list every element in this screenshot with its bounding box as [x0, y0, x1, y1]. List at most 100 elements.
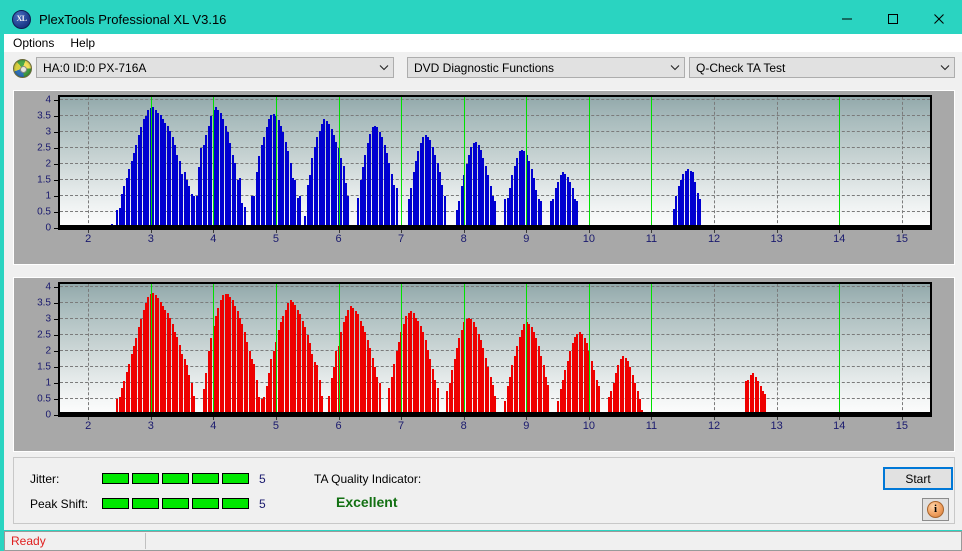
chart-bar: [598, 386, 601, 415]
title-bar: XL PlexTools Professional XL V3.16: [4, 4, 962, 34]
chart-marker: [463, 284, 465, 415]
x-axis-label: 4: [210, 420, 217, 432]
y-axis-label: 4: [45, 94, 51, 106]
chart-bar: [699, 199, 702, 228]
y-axis-label: 3.5: [37, 297, 51, 309]
x-axis-tick: [526, 230, 528, 233]
chart-marker: [275, 284, 277, 415]
x-axis-label: 7: [398, 233, 405, 245]
x-axis-label: 14: [833, 233, 846, 245]
menu-bar: Options Help: [4, 34, 962, 52]
ta-quality-label: TA Quality Indicator:: [314, 472, 422, 486]
x-axis-label: 12: [707, 420, 721, 432]
chart-marker: [150, 97, 152, 228]
x-axis-tick: [401, 230, 403, 233]
x-axis-label: 14: [833, 420, 846, 432]
y-axis-tick: [54, 287, 58, 289]
test-select-value: Q-Check TA Test: [696, 60, 786, 75]
chart-marker: [150, 284, 152, 415]
status-text: Ready: [11, 534, 46, 548]
menu-item-help[interactable]: Help: [63, 36, 102, 50]
y-axis-label: 1.5: [37, 361, 51, 373]
x-axis-tick: [776, 230, 778, 233]
gridline-h: [60, 302, 930, 304]
y-axis-label: 1: [45, 377, 51, 389]
y-axis-label: 2: [45, 345, 51, 357]
info-button[interactable]: i: [922, 498, 949, 521]
chevron-down-icon: [375, 64, 393, 71]
chart-marker: [463, 97, 465, 228]
x-axis-tick: [150, 230, 152, 233]
x-axis-tick: [839, 230, 841, 233]
gridline-v: [776, 284, 778, 415]
window-title: PlexTools Professional XL V3.16: [39, 11, 227, 27]
meter-segment: [102, 473, 129, 484]
y-axis-label: 1.5: [37, 174, 51, 186]
gridline-h: [60, 350, 930, 352]
chart-bar: [494, 200, 497, 228]
x-axis-tick: [338, 230, 340, 233]
x-axis-tick: [463, 417, 465, 420]
gridline-h: [60, 366, 930, 368]
y-axis-label: 2: [45, 158, 51, 170]
chart-marker: [651, 284, 653, 415]
chart-marker: [526, 284, 528, 415]
chart-marker: [588, 284, 590, 415]
y-axis-label: 0: [45, 222, 51, 234]
x-axis-label: 10: [582, 420, 595, 432]
chart-bar: [443, 196, 446, 228]
app-icon: XL: [12, 9, 31, 29]
x-axis-label: 11: [645, 233, 658, 245]
x-axis-tick: [839, 417, 841, 420]
x-axis-label: 6: [335, 233, 342, 245]
y-axis-label: 3: [45, 126, 51, 138]
x-axis-tick: [150, 417, 152, 420]
chart-bar: [540, 200, 543, 228]
x-axis-tick: [88, 230, 90, 233]
drive-select[interactable]: HA:0 ID:0 PX-716A: [36, 57, 394, 78]
chart-marker: [588, 97, 590, 228]
x-axis-label: 12: [707, 233, 721, 245]
x-axis-tick: [463, 230, 465, 233]
jitter-value: 5: [259, 472, 266, 486]
chevron-down-icon: [666, 64, 684, 71]
meter-segment: [132, 473, 159, 484]
gridline-v: [714, 284, 716, 415]
x-axis-tick: [776, 417, 778, 420]
y-axis-tick: [54, 335, 58, 337]
y-axis-label: 4: [45, 281, 51, 293]
chart-marker: [213, 284, 215, 415]
chart-marker: [213, 97, 215, 228]
y-axis-tick: [54, 164, 58, 166]
x-axis-tick: [588, 417, 590, 420]
function-select[interactable]: DVD Diagnostic Functions: [407, 57, 685, 78]
y-axis-tick: [54, 415, 58, 416]
minimize-icon[interactable]: [824, 4, 870, 34]
x-axis-label: 15: [895, 420, 908, 432]
chart-baseline: [60, 225, 930, 228]
jitter-label: Jitter:: [30, 472, 60, 486]
x-axis-label: 9: [523, 420, 530, 432]
x-axis-label: 7: [398, 420, 405, 432]
x-axis-label: 3: [147, 233, 154, 245]
menu-item-options[interactable]: Options: [6, 36, 61, 50]
x-axis-tick: [213, 417, 215, 420]
x-axis-label: 3: [147, 420, 154, 432]
results-panel: Jitter: 5 Peak Shift: 5 TA Quality Indic…: [13, 457, 955, 524]
chart-bar: [378, 383, 381, 415]
chart-bar: [299, 196, 302, 228]
x-axis-tick: [275, 417, 277, 420]
meter-segment: [222, 473, 249, 484]
gridline-v: [88, 284, 90, 415]
test-select[interactable]: Q-Check TA Test: [689, 57, 955, 78]
jitter-plot-area: [58, 95, 932, 230]
gridline-h: [60, 115, 930, 117]
close-icon[interactable]: [916, 4, 962, 34]
gridline-h: [60, 99, 930, 101]
start-button[interactable]: Start: [883, 467, 953, 490]
y-axis-label: 0: [45, 409, 51, 421]
gridline-v: [714, 97, 716, 228]
y-axis-tick: [54, 303, 58, 305]
maximize-icon[interactable]: [870, 4, 916, 34]
y-axis-tick: [54, 351, 58, 353]
